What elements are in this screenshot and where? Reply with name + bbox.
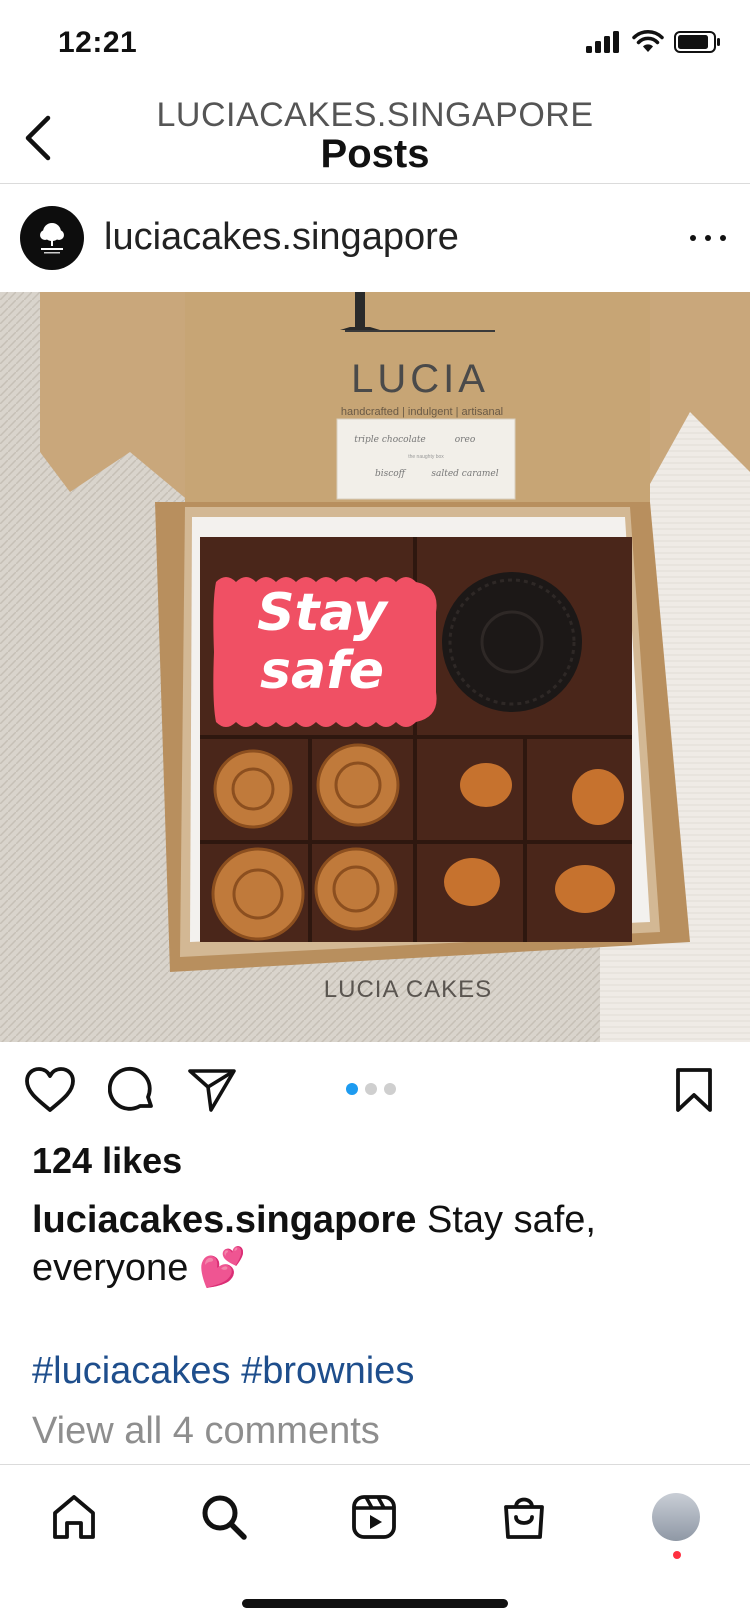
label-line-1: triple chocolate (354, 435, 426, 445)
tab-shop[interactable] (494, 1487, 554, 1547)
likes-count[interactable]: 124 likes (32, 1140, 182, 1182)
bookmark-icon (676, 1068, 712, 1112)
brownie-box-photo: LUCIA handcrafted | indulgent | artisana… (0, 292, 750, 1042)
post-actions (0, 1042, 750, 1138)
cookie-text-stay: Stay (257, 583, 389, 643)
comment-button[interactable] (104, 1062, 160, 1118)
post-username[interactable]: luciacakes.singapore (104, 216, 459, 259)
heart-icon (25, 1067, 75, 1112)
comment-icon (108, 1066, 153, 1111)
box-tagline-text: handcrafted | indulgent | artisanal (341, 406, 503, 418)
home-indicator (242, 1599, 508, 1608)
status-bar: 12:21 (0, 0, 750, 90)
carousel-dot (365, 1083, 377, 1095)
post-header: luciacakes.singapore (0, 186, 750, 292)
label-line-4: biscoff (375, 469, 407, 479)
like-button[interactable] (22, 1062, 78, 1118)
share-button[interactable] (184, 1062, 240, 1118)
status-time: 12:21 (58, 26, 138, 59)
carousel-indicator (346, 1083, 396, 1095)
cookie-text-safe: safe (260, 641, 384, 701)
profile-avatar (652, 1493, 700, 1541)
battery-icon (674, 30, 722, 59)
post-caption: luciacakes.singapore Stay safe, everyone… (32, 1196, 722, 1292)
carousel-dot (384, 1083, 396, 1095)
wifi-icon (632, 30, 664, 59)
signal-icon (586, 31, 622, 58)
more-dot (705, 235, 711, 241)
search-icon (202, 1495, 247, 1540)
label-line-5: salted caramel (431, 469, 498, 479)
label-line-3: the naughty box (408, 454, 444, 460)
box-brand-text: LUCIA (351, 357, 489, 401)
shop-icon (504, 1497, 544, 1539)
page-title: Posts (320, 132, 430, 176)
carousel-dot (346, 1083, 358, 1095)
caption-username[interactable]: luciacakes.singapore (32, 1199, 416, 1241)
tree-logo-icon (40, 223, 64, 254)
tab-home[interactable] (44, 1487, 104, 1547)
nav-header: LUCIACAKES.SINGAPORE Posts (0, 92, 750, 184)
view-comments-link[interactable]: View all 4 comments (32, 1410, 380, 1453)
tab-profile[interactable] (646, 1487, 706, 1547)
bottom-tab-bar (0, 1464, 750, 1624)
more-options-button[interactable] (690, 226, 726, 250)
share-icon (188, 1069, 236, 1112)
post-image[interactable]: LUCIA handcrafted | indulgent | artisana… (0, 292, 750, 1042)
header-subtitle: LUCIACAKES.SINGAPORE (156, 96, 594, 134)
tab-search[interactable] (194, 1487, 254, 1547)
home-icon (53, 1495, 95, 1539)
label-line-2: oreo (455, 435, 476, 445)
notification-dot (673, 1551, 681, 1559)
more-dot (720, 235, 726, 241)
tab-reels[interactable] (344, 1487, 404, 1547)
save-button[interactable] (666, 1062, 722, 1118)
photo-watermark: LUCIA CAKES (324, 976, 492, 1003)
avatar[interactable] (20, 206, 84, 270)
status-icons (586, 30, 722, 59)
hashtags[interactable]: #luciacakes #brownies (32, 1350, 414, 1393)
reels-icon (352, 1495, 396, 1539)
more-dot (690, 235, 696, 241)
